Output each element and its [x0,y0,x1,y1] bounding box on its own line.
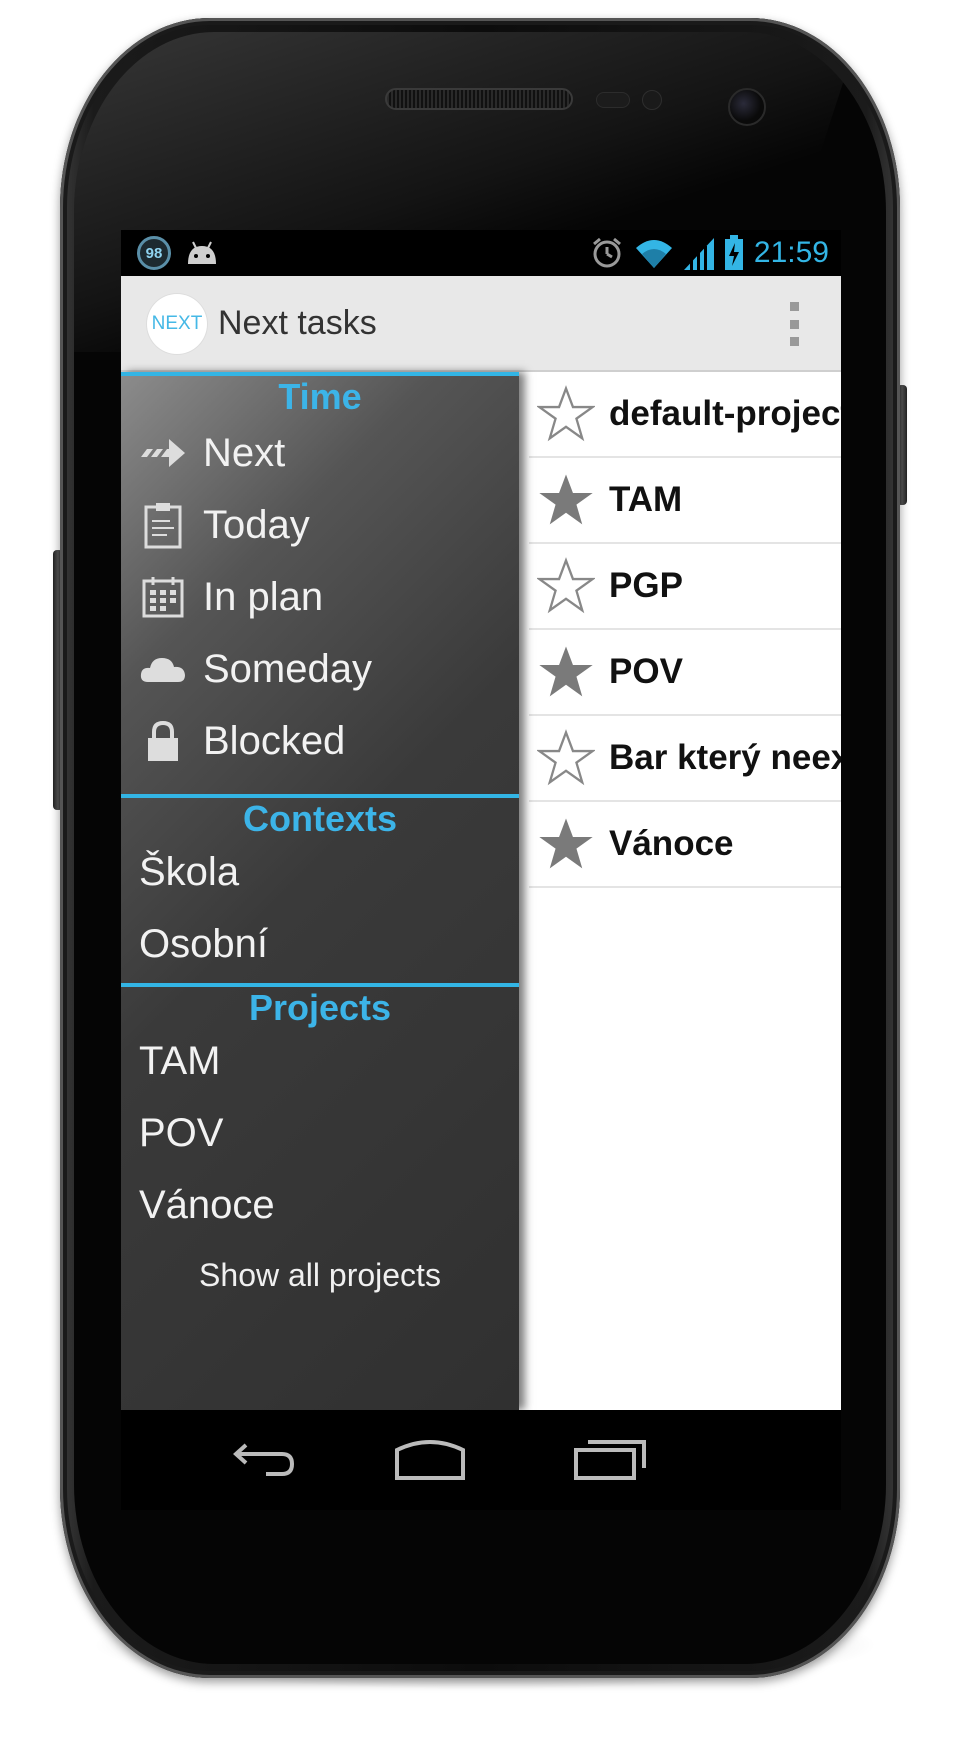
drawer-item-label: In plan [203,574,324,619]
task-row[interactable]: TAM [529,458,841,544]
alarm-icon [592,237,621,268]
task-label: TAM [609,480,683,519]
drawer-item-next[interactable]: Next [121,418,519,488]
task-row[interactable]: default-project [529,372,841,458]
drawer-item-someday[interactable]: Someday [121,634,519,704]
task-row[interactable]: Vánoce [529,802,841,888]
lock-icon [135,713,191,769]
light-sensor [642,90,662,110]
clock: 21:59 [753,236,829,269]
task-label: default-project [609,394,841,433]
arrow-right-icon [135,425,191,481]
task-row[interactable]: Bar který neexistuje [529,716,841,802]
recent-apps-icon[interactable] [566,1428,656,1488]
star-outline-icon[interactable] [537,729,595,787]
section-title-projects: Projects [248,987,392,1028]
navigation-drawer: Time Next Today In plan Someday Blocked … [121,372,519,1410]
overflow-menu-icon[interactable] [789,302,799,346]
star-filled-icon[interactable] [537,643,595,701]
calendar-icon [135,569,191,625]
task-label: Vánoce [609,824,734,863]
star-filled-icon[interactable] [537,471,595,529]
battery-charging-icon [724,235,743,270]
star-filled-icon[interactable] [537,815,595,873]
screen: 98 21:59 NEXT Next tasks default-project… [121,230,841,1510]
section-title-time: Time [278,376,362,417]
project-item[interactable]: POV [139,1111,223,1156]
cloud-icon [135,641,191,697]
front-camera [728,88,766,126]
page-title: Next tasks [218,304,377,342]
app-logo[interactable]: NEXT [147,294,207,354]
notification-badge: 98 [137,236,171,270]
proximity-sensor [596,92,630,108]
wifi-icon [635,240,672,268]
task-label: PGP [609,566,683,605]
section-title-contexts: Contexts [242,798,398,839]
drawer-item-today[interactable]: Today [121,490,519,560]
show-all-projects-button[interactable]: Show all projects [121,1257,519,1294]
status-bar: 98 21:59 [121,230,841,276]
project-item[interactable]: Vánoce [139,1183,275,1228]
drawer-item-blocked[interactable]: Blocked [121,706,519,776]
home-icon[interactable] [385,1428,475,1488]
signal-icon [683,238,714,270]
task-label: Bar který neexistuje [609,738,841,777]
task-label: POV [609,652,683,691]
status-icons: 21:59 [590,234,829,272]
action-bar: NEXT Next tasks [121,276,841,372]
drawer-item-label: Someday [203,646,372,691]
earpiece-speaker [385,88,573,110]
task-row[interactable]: POV [529,630,841,716]
drawer-item-label: Today [203,502,310,547]
project-item[interactable]: TAM [139,1039,220,1084]
task-list: default-project TAM PGP POV Bar který ne… [519,372,841,1410]
star-outline-icon[interactable] [537,557,595,615]
system-nav-bar [121,1410,841,1510]
android-icon [188,241,216,264]
clipboard-icon [135,497,191,553]
back-icon[interactable] [216,1428,306,1488]
drawer-item-in-plan[interactable]: In plan [121,562,519,632]
task-row[interactable]: PGP [529,544,841,630]
context-item[interactable]: Škola [139,850,239,895]
drawer-item-label: Next [203,430,286,475]
star-outline-icon[interactable] [537,385,595,443]
context-item[interactable]: Osobní [139,922,268,967]
drawer-item-label: Blocked [203,718,346,763]
